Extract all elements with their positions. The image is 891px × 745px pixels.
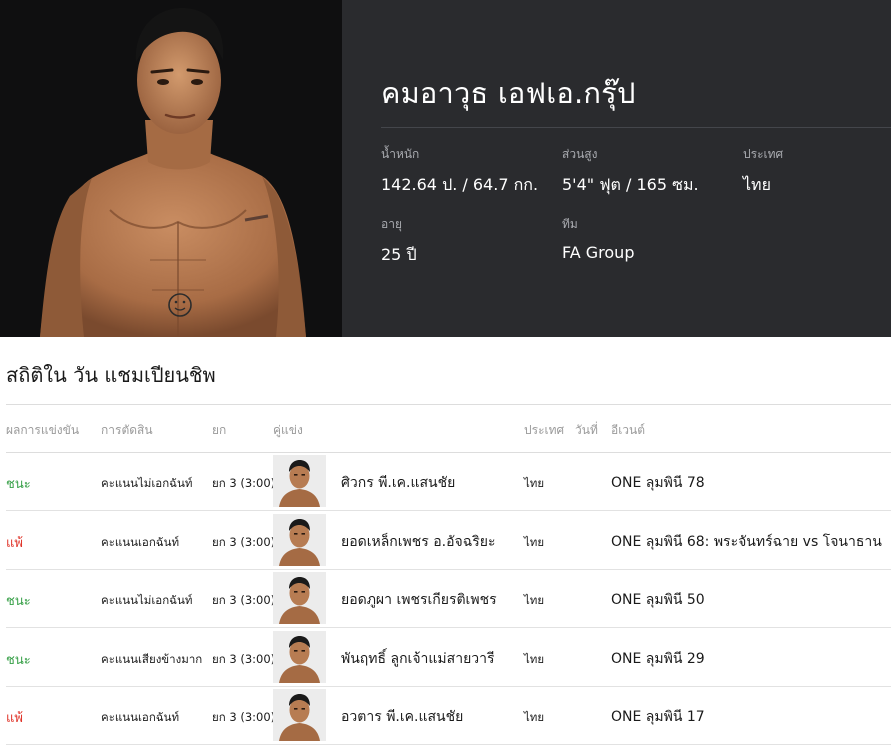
attribute-value: FA Group [562, 243, 635, 262]
event-name-link[interactable]: ONE ลุมพินี 50 [611, 589, 705, 611]
decision-method: คะแนนเอกฉันท์ [101, 534, 180, 549]
table-row[interactable]: ชนะ คะแนนไม่เอกฉันท์ ยก 3 (3:00) ยอดภูผา เพ… [0, 570, 891, 628]
opponent-photo-icon [273, 572, 326, 624]
decision-method: คะแนนไม่เอกฉันท์ [101, 476, 193, 490]
opponent-country: ไทย [524, 710, 545, 724]
event-name-link[interactable]: ONE ลุมพินี 68: พระจันทร์ฉาย vs โจนาธาน [611, 531, 882, 553]
table-row[interactable]: ชนะ คะแนนไม่เอกฉันท์ ยก 3 (3:00) ศิวกร พี.เ… [0, 453, 891, 511]
attribute-value: 5'4" ฟุต / 165 ซม. [562, 175, 699, 194]
event-name-link[interactable]: ONE ลุมพินี 78 [611, 472, 705, 494]
opponent-country: ไทย [524, 651, 545, 666]
column-header-opponent: คู่แข่ง [273, 423, 303, 437]
opponent-photo-icon [273, 689, 326, 741]
event-name-link[interactable]: ONE ลุมพินี 29 [611, 648, 705, 670]
divider [381, 127, 891, 128]
round-time: ยก 3 (3:00) [212, 651, 276, 666]
opponent-country: ไทย [524, 476, 545, 490]
attribute-country: ประเทศ ไทย [743, 145, 783, 198]
column-header-round: ยก [212, 423, 227, 437]
result-label: แพ้ [6, 711, 23, 726]
opponent-country: ไทย [524, 534, 545, 549]
opponent-avatar[interactable] [273, 689, 326, 741]
opponent-name-link[interactable]: ศิวกร พี.เค.แสนชัย [341, 472, 455, 494]
opponent-photo-icon [273, 630, 326, 683]
fighter-info-panel: คมอาวุธ เอฟเอ.กรุ๊ป น้ำหนัก 142.64 ป. / … [342, 0, 891, 337]
result-label: แพ้ [6, 535, 23, 551]
result-label: ชนะ [6, 477, 31, 492]
column-header-event: อีเวนต์ [611, 423, 646, 437]
decision-method: คะแนนเอกฉันท์ [101, 710, 180, 724]
round-time: ยก 3 (3:00) [212, 534, 276, 549]
attribute-label: ส่วนสูง [562, 147, 598, 161]
event-name-link[interactable]: ONE ลุมพินี 17 [611, 706, 705, 728]
column-header-result: ผลการแข่งขัน [6, 423, 80, 437]
attribute-value: 25 ปี [381, 245, 417, 264]
column-header-country: ประเทศ [524, 423, 565, 437]
opponent-country: ไทย [524, 593, 545, 607]
record-section-title: สถิติใน วัน แชมเปียนชิพ [6, 363, 216, 387]
divider [6, 404, 891, 405]
fighter-hero: คมอาวุธ เอฟเอ.กรุ๊ป น้ำหนัก 142.64 ป. / … [0, 0, 891, 337]
round-time: ยก 3 (3:00) [212, 593, 276, 607]
result-label: ชนะ [6, 594, 31, 609]
table-row[interactable]: ชนะ คะแนนเสียงข้างมาก ยก 3 (3:00) พันฤทธิ์ … [0, 629, 891, 687]
opponent-photo-icon [273, 513, 326, 566]
round-time: ยก 3 (3:00) [212, 476, 276, 490]
fighter-photo [0, 0, 342, 337]
attribute-value: 142.64 ป. / 64.7 กก. [381, 175, 539, 194]
opponent-avatar[interactable] [273, 513, 326, 566]
attribute-team: ทีม FA Group [562, 215, 634, 262]
column-header-method: การตัดสิน [101, 423, 153, 437]
column-header-date: วันที่ [575, 423, 598, 437]
attribute-height: ส่วนสูง 5'4" ฟุต / 165 ซม. [562, 145, 699, 198]
attribute-label: น้ำหนัก [381, 147, 420, 161]
round-time: ยก 3 (3:00) [212, 710, 276, 724]
opponent-name-link[interactable]: อวตาร พี.เค.แสนชัย [341, 706, 463, 728]
attribute-age: อายุ 25 ปี [381, 215, 417, 268]
decision-method: คะแนนไม่เอกฉันท์ [101, 593, 193, 607]
opponent-name-link[interactable]: ยอดภูผา เพชรเกียรติเพชร [341, 589, 497, 611]
attribute-label: ประเทศ [743, 147, 784, 161]
fighter-name: คมอาวุธ เอฟเอ.กรุ๊ป [381, 76, 636, 110]
table-row[interactable]: แพ้ คะแนนเอกฉันท์ ยก 3 (3:00) อวตาร พี.เค.แ… [0, 687, 891, 745]
attribute-label: อายุ [381, 217, 402, 231]
decision-method: คะแนนเสียงข้างมาก [101, 651, 203, 666]
attribute-weight: น้ำหนัก 142.64 ป. / 64.7 กก. [381, 145, 538, 198]
opponent-name-link[interactable]: ยอดเหล็กเพชร อ.อัจฉริยะ [341, 531, 496, 553]
attribute-label: ทีม [562, 217, 578, 231]
opponent-name-link[interactable]: พันฤทธิ์ ลูกเจ้าแม่สายวารี [341, 648, 495, 670]
fighter-portrait-image [0, 0, 342, 337]
attribute-value: ไทย [743, 175, 771, 194]
result-label: ชนะ [6, 652, 31, 668]
opponent-avatar[interactable] [273, 572, 326, 624]
table-row[interactable]: แพ้ คะแนนเอกฉันท์ ยก 3 (3:00) ยอดเหล็กเพชร … [0, 512, 891, 570]
opponent-photo-icon [273, 455, 326, 507]
opponent-avatar[interactable] [273, 630, 326, 683]
opponent-avatar[interactable] [273, 455, 326, 507]
